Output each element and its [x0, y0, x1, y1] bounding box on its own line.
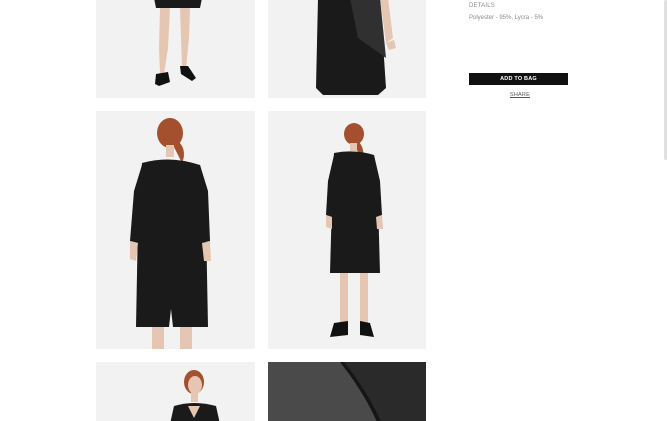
product-photo-4[interactable]: [268, 111, 426, 349]
share-link[interactable]: SHARE: [510, 92, 530, 98]
page-scrollbar[interactable]: [664, 0, 667, 160]
product-photo-6[interactable]: [268, 362, 426, 421]
fabric-composition: Polyester - 95%, Lycra - 5%: [469, 15, 544, 21]
add-to-bag-button[interactable]: ADD TO BAG: [469, 73, 568, 85]
product-photo-3[interactable]: [96, 111, 255, 349]
product-photo-5[interactable]: [96, 362, 255, 421]
product-page: DETAILS Polyester - 95%, Lycra - 5% ADD …: [0, 0, 668, 421]
details-heading: DETAILS: [469, 3, 495, 9]
product-photo-2[interactable]: [268, 0, 426, 98]
product-photo-1[interactable]: [96, 0, 255, 98]
